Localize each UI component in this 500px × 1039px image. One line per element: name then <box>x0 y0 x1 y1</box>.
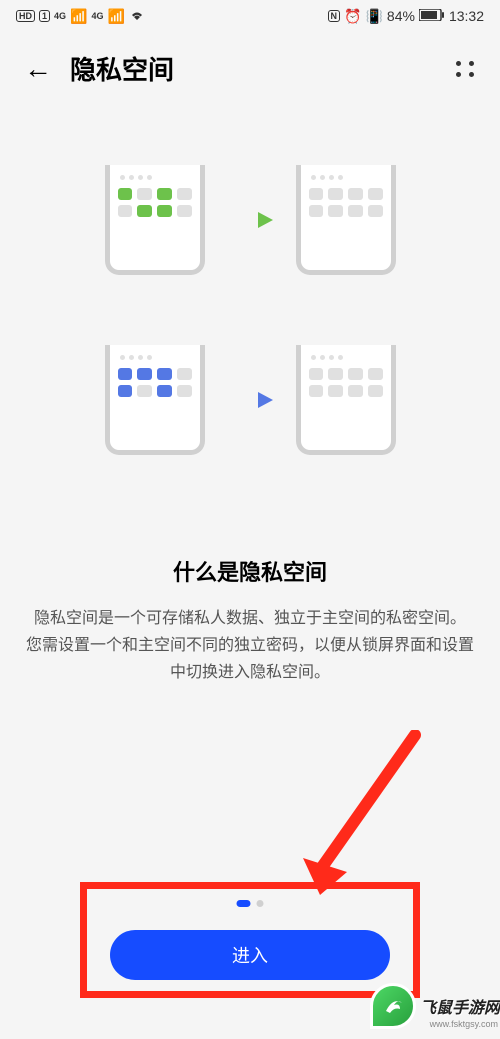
status-left: HD 1 4G 📶 4G 📶 <box>16 8 145 25</box>
section-title: 什么是隐私空间 <box>24 555 476 587</box>
arrow-blue-icon <box>223 390 278 410</box>
phone-row-green <box>105 165 396 275</box>
illustration <box>0 165 500 455</box>
sim1-icon: 1 <box>39 10 50 22</box>
phone-row-blue <box>105 345 396 455</box>
phone-right-blue <box>296 345 396 455</box>
phone-left-blue <box>105 345 205 455</box>
arrow-green-icon <box>223 210 278 230</box>
watermark-logo-icon <box>370 983 416 1029</box>
phone-right-green <box>296 165 396 275</box>
nfc-icon: N <box>328 10 341 22</box>
watermark-brand: 飞鼠手游网 <box>420 994 500 1018</box>
annotation-arrow <box>295 730 425 900</box>
battery-icon <box>419 8 445 24</box>
section-desc-2: 您需设置一个和主空间不同的独立密码，以便从锁屏界面和设置中切换进入隐私空间。 <box>24 632 476 686</box>
section-desc-1: 隐私空间是一个可存储私人数据、独立于主空间的私密空间。 <box>24 605 476 632</box>
wifi-icon <box>129 8 145 24</box>
alarm-icon: ⏰ <box>344 8 361 25</box>
clock-text: 13:32 <box>449 8 484 24</box>
page-title: 隐私空间 <box>70 50 438 87</box>
status-bar: HD 1 4G 📶 4G 📶 N ⏰ 📳 84% 13:32 <box>0 0 500 32</box>
more-icon[interactable] <box>456 61 476 77</box>
header: ← 隐私空间 <box>0 32 500 105</box>
back-icon[interactable]: ← <box>24 53 52 85</box>
signal1-label: 4G <box>54 11 66 21</box>
hd-icon: HD <box>16 10 35 22</box>
content-text: 什么是隐私空间 隐私空间是一个可存储私人数据、独立于主空间的私密空间。 您需设置… <box>0 555 500 687</box>
annotation-box <box>80 882 420 998</box>
watermark: 飞鼠手游网 www.fsktgsy.com <box>370 983 500 1029</box>
battery-pct: 84% <box>387 8 415 24</box>
signal1-icon: 📶 <box>70 8 87 25</box>
watermark-url: www.fsktgsy.com <box>430 1019 498 1029</box>
vibrate-icon: 📳 <box>365 8 382 25</box>
status-right: N ⏰ 📳 84% 13:32 <box>328 8 484 25</box>
signal2-label: 4G <box>91 11 103 21</box>
phone-left-green <box>105 165 205 275</box>
signal2-icon: 📶 <box>107 8 124 25</box>
